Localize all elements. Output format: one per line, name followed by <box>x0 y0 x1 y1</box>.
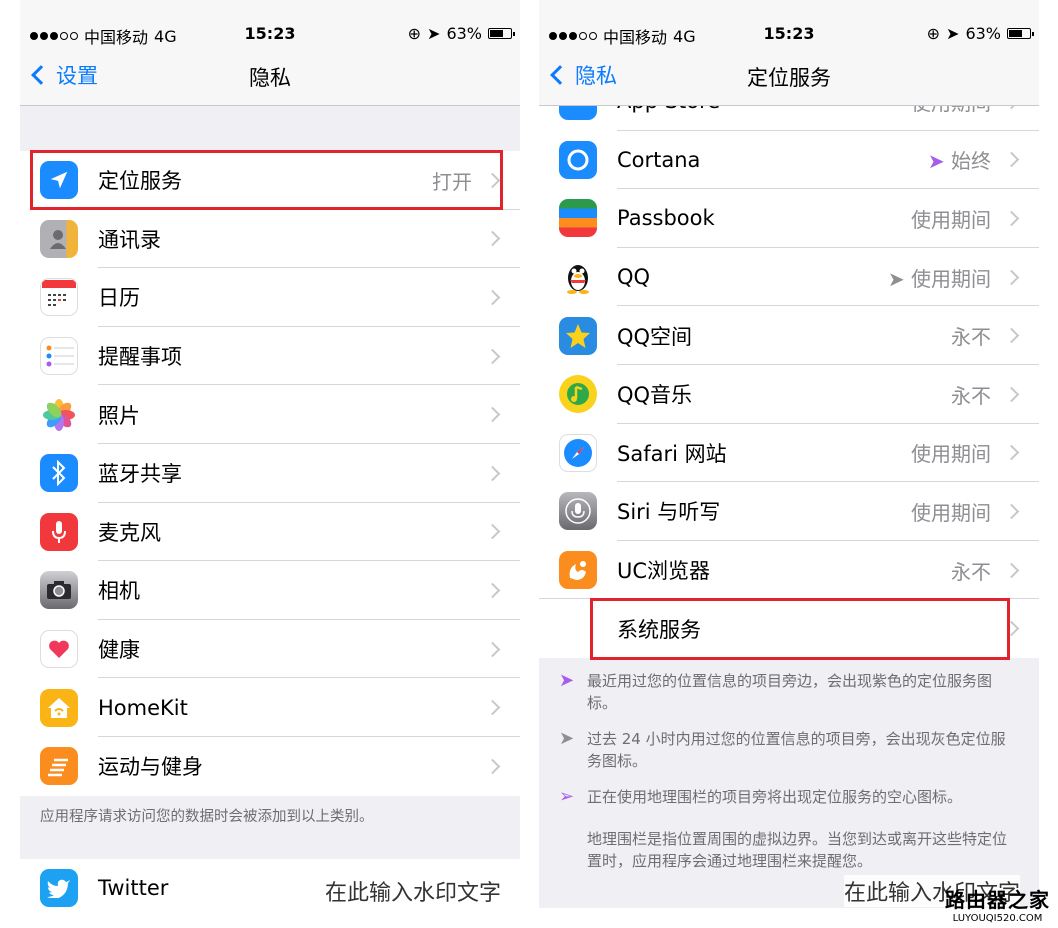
purple-arrow-icon: ➤ <box>559 670 575 691</box>
chevron-right-icon <box>484 348 501 364</box>
hollow-arrow-icon: ➢ <box>559 786 575 807</box>
page-title: 定位服务 <box>747 66 831 90</box>
safari-icon <box>559 433 597 472</box>
twitter-icon <box>40 869 78 908</box>
list-item-motion-fitness[interactable]: 运动与健身 <box>20 737 520 796</box>
nav-bar: 设置 隐私 <box>20 46 520 106</box>
camera-icon <box>40 571 78 610</box>
location-services-screen: 中国移动 4G 15:23 ⊕ ➤ 63% 隐私 定位服务 App Store … <box>539 0 1039 908</box>
chevron-right-icon <box>484 641 501 657</box>
fitness-icon <box>40 747 78 786</box>
chevron-right-icon <box>1003 327 1020 344</box>
chevron-right-icon <box>484 289 501 306</box>
qzone-star-icon <box>559 316 597 355</box>
nav-bar: 隐私 定位服务 <box>539 46 1039 106</box>
list-item-calendar[interactable]: 日历 <box>20 268 520 327</box>
reminders-icon <box>40 337 78 376</box>
legend-item-hollow: ➢ 正在使用地理围栏的项目旁将出现定位服务的空心图标。 <box>559 786 963 807</box>
list-item-bluetooth-sharing[interactable]: 蓝牙共享 <box>20 444 520 503</box>
chevron-right-icon <box>484 699 501 716</box>
qq-penguin-icon <box>559 258 597 297</box>
list-item-safari-websites[interactable]: Safari 网站 使用期间 <box>539 424 1039 483</box>
system-services-highlight-box <box>590 598 1010 660</box>
passbook-icon <box>559 199 597 238</box>
list-item-microphone[interactable]: 麦克风 <box>20 503 520 562</box>
list-item-photos[interactable]: 照片 <box>20 385 520 444</box>
legend-item-purple: ➤ 最近用过您的位置信息的项目旁边，会出现紫色的定位服务图标。 <box>559 670 993 712</box>
chevron-right-icon <box>1003 503 1020 520</box>
rotation-lock-icon: ⊕ <box>407 24 422 43</box>
list-item-health[interactable]: 健康 <box>20 620 520 679</box>
status-bar: 中国移动 4G 15:23 ⊕ ➤ 63% <box>20 0 520 47</box>
bluetooth-icon <box>40 454 78 493</box>
chevron-right-icon <box>484 465 501 482</box>
location-highlight-box <box>30 150 503 210</box>
heart-icon <box>40 630 78 669</box>
watermark-text: 在此输入水印文字 <box>325 875 502 907</box>
gray-location-arrow-icon: ➤ <box>887 266 905 291</box>
list-item-qzone[interactable]: QQ空间 永不 <box>539 306 1039 365</box>
site-logo: 路由器之家 LUYOUQI520.COM <box>945 888 1050 924</box>
page-title: 隐私 <box>249 66 291 90</box>
photos-icon <box>40 395 78 434</box>
cortana-icon <box>559 140 597 179</box>
battery-percent: 63% <box>446 24 482 43</box>
chevron-right-icon <box>484 231 501 247</box>
list-item-passbook[interactable]: Passbook 使用期间 <box>539 189 1039 248</box>
list-item-qqmusic[interactable]: QQ音乐 永不 <box>539 365 1039 424</box>
status-bar: 中国移动 4G 15:23 ⊕ ➤ 63% <box>539 0 1039 47</box>
list-item-homekit[interactable]: HomeKit <box>20 678 520 737</box>
qqmusic-icon <box>559 375 597 414</box>
battery-percent: 63% <box>965 24 1001 43</box>
contacts-icon <box>40 219 78 258</box>
chevron-right-icon <box>1003 152 1020 168</box>
list-item-qq[interactable]: QQ ➤ 使用期间 <box>539 248 1039 307</box>
chevron-right-icon <box>484 406 501 423</box>
list-item-siri-dictation[interactable]: Siri 与听写 使用期间 <box>539 482 1039 541</box>
chevron-right-icon <box>484 524 501 540</box>
siri-mic-icon <box>559 492 597 531</box>
calendar-icon <box>40 278 78 317</box>
privacy-footer-note: 应用程序请求访问您的数据时会被添加到以上类别。 <box>40 809 374 825</box>
list-item-contacts[interactable]: 通讯录 <box>20 210 520 269</box>
chevron-right-icon <box>484 582 501 599</box>
chevron-right-icon <box>1003 269 1020 285</box>
location-legend: ➤ 最近用过您的位置信息的项目旁边，会出现紫色的定位服务图标。 ➤ 过去 24 … <box>539 670 1039 872</box>
privacy-screen: 中国移动 4G 15:23 ⊕ ➤ 63% 设置 隐私 定位服务 打开 通讯录 … <box>20 0 520 908</box>
rotation-lock-icon: ⊕ <box>926 24 941 43</box>
location-status-icon: ➤ <box>427 24 441 43</box>
app-location-list: App Store 使用期间 Cortana ➤ 始终 Passbook 使用期… <box>539 72 1039 658</box>
purple-location-arrow-icon: ➤ <box>927 149 945 174</box>
chevron-right-icon <box>1003 386 1020 403</box>
list-item-cortana[interactable]: Cortana ➤ 始终 <box>539 131 1039 190</box>
homekit-icon <box>40 688 78 727</box>
privacy-list: 定位服务 打开 通讯录 日历 提醒事项 照片 蓝牙共享 麦克风 相机 健康 Ho… <box>20 151 520 796</box>
chevron-right-icon <box>1003 445 1020 461</box>
microphone-icon <box>40 512 78 551</box>
list-item-camera[interactable]: 相机 <box>20 561 520 620</box>
uc-browser-icon <box>559 551 597 590</box>
chevron-right-icon <box>1003 210 1020 227</box>
list-item-reminders[interactable]: 提醒事项 <box>20 327 520 386</box>
chevron-right-icon <box>1003 562 1020 578</box>
battery-icon <box>488 28 515 39</box>
list-item-uc-browser[interactable]: UC浏览器 永不 <box>539 541 1039 600</box>
gray-arrow-icon: ➤ <box>559 728 575 749</box>
location-status-icon: ➤ <box>946 24 960 43</box>
chevron-right-icon <box>484 758 501 775</box>
legend-item-gray: ➤ 过去 24 小时内用过您的位置信息的项目旁，会出现灰色定位服务图标。 <box>559 728 1006 770</box>
geofence-note: 地理围栏是指位置周围的虚拟边界。当您到达或离开这些特定位置时，应用程序会通过地理… <box>587 830 1008 870</box>
battery-icon <box>1007 28 1034 39</box>
